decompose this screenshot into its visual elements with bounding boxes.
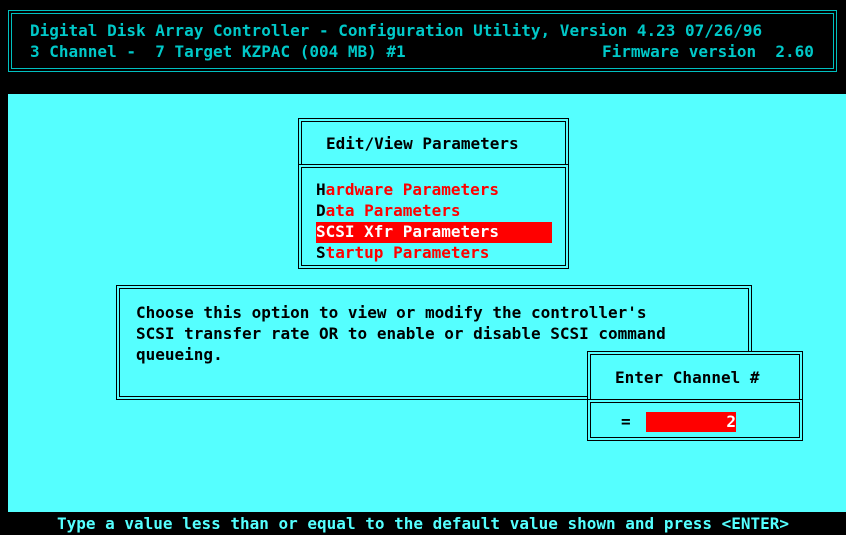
- menu-item-startup-parameters[interactable]: Startup Parameters: [316, 243, 552, 264]
- app-title: Digital Disk Array Controller - Configur…: [30, 21, 763, 40]
- channel-dialog: = 2: [587, 399, 803, 441]
- help-line: queueing.: [136, 345, 223, 364]
- controller-info: 3 Channel - 7 Target KZPAC (004 MB) #1: [30, 42, 406, 61]
- channel-dialog-title: Enter Channel #: [615, 368, 760, 387]
- menu-item-hardware-parameters[interactable]: Hardware Parameters: [316, 180, 552, 201]
- menu-list: Hardware Parameters Data Parameters SCSI…: [316, 180, 552, 264]
- menu-item-label: ardware Parameters: [325, 180, 500, 199]
- menu-title: Edit/View Parameters: [326, 134, 519, 153]
- parameters-menu: Hardware Parameters Data Parameters SCSI…: [298, 164, 569, 269]
- menu-item-label: ata Parameters: [325, 201, 461, 220]
- menu-item-label: tartup Parameters: [325, 243, 490, 262]
- title-bar: Digital Disk Array Controller - Configur…: [0, 0, 846, 86]
- menu-item-label: CSI Xfr Parameters: [325, 222, 500, 241]
- menu-title-box: Edit/View Parameters: [298, 118, 569, 168]
- equals-sign: =: [621, 412, 631, 431]
- channel-number-input[interactable]: 2: [646, 412, 736, 432]
- hotkey-d: D: [316, 201, 326, 220]
- status-bar: Type a value less than or equal to the d…: [0, 512, 846, 535]
- help-line: SCSI transfer rate OR to enable or disab…: [136, 324, 666, 343]
- help-line: Choose this option to view or modify the…: [136, 303, 647, 322]
- title-frame: [8, 10, 837, 72]
- menu-item-data-parameters[interactable]: Data Parameters: [316, 201, 552, 222]
- hotkey-h: H: [316, 180, 326, 199]
- channel-dialog-title-box: Enter Channel #: [587, 351, 803, 403]
- firmware-version: Firmware version 2.60: [602, 42, 814, 61]
- menu-item-scsi-xfr-parameters[interactable]: SCSI Xfr Parameters: [316, 222, 552, 243]
- hotkey-s: S: [316, 243, 326, 262]
- hotkey-s: S: [316, 222, 326, 241]
